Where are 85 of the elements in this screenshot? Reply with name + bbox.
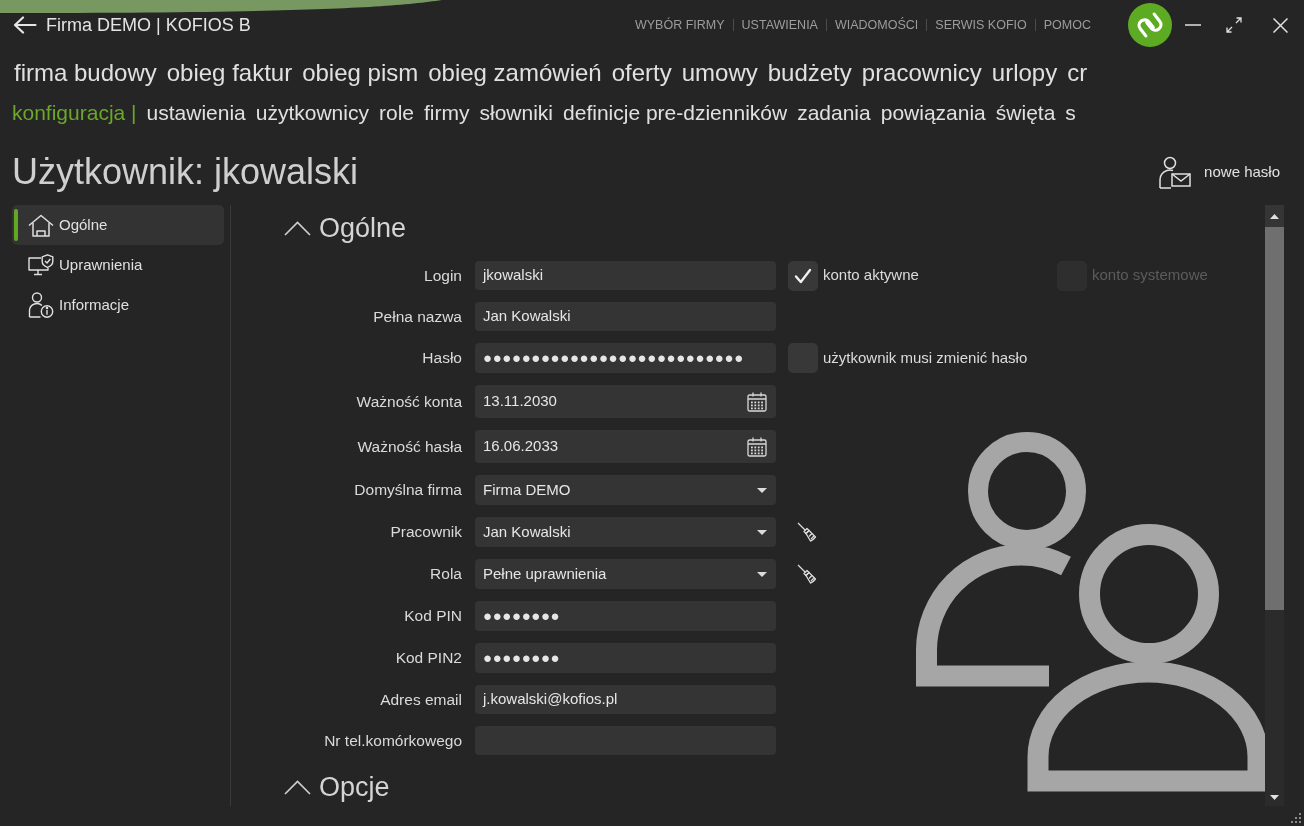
logo-icon[interactable]: [1128, 3, 1172, 47]
checkbox-label: użytkownik musi zmienić hasło: [823, 347, 1028, 368]
menu-item[interactable]: pracownicy: [861, 55, 982, 91]
maximize-icon: [1226, 17, 1242, 33]
back-arrow-icon: [13, 16, 37, 34]
field-label: Adres email: [380, 689, 462, 710]
menu-item[interactable]: cr: [1067, 55, 1088, 91]
minimize-icon: [1185, 24, 1201, 26]
monitor-shield-icon: [28, 254, 54, 276]
broom-icon: [797, 522, 817, 542]
user-envelope-icon: [1158, 155, 1192, 189]
menu-item[interactable]: budżety: [767, 55, 852, 91]
menu-item[interactable]: umowy: [681, 55, 758, 91]
submenu-item[interactable]: ustawienia: [146, 97, 246, 129]
password-field[interactable]: ●●●●●●●●: [475, 643, 776, 673]
checkbox[interactable]: [788, 260, 818, 291]
submenu-item[interactable]: święta: [995, 97, 1056, 129]
dropdown[interactable]: Jan Kowalski: [475, 517, 776, 547]
chevron-up-icon[interactable]: [284, 779, 311, 795]
sidebar-item[interactable]: Informacje: [12, 285, 224, 325]
menu-item[interactable]: firma budowy: [14, 55, 157, 91]
top-link[interactable]: USTAWIENIA: [741, 15, 818, 35]
field-label: Ważność hasła: [357, 436, 462, 457]
password-field[interactable]: ●●●●●●●●: [475, 601, 776, 631]
section-title[interactable]: Ogólne: [319, 214, 407, 242]
top-link[interactable]: WIADOMOŚCI: [834, 15, 919, 35]
submenu-item[interactable]: zadania: [797, 97, 871, 129]
dropdown-arrow-icon: [757, 529, 767, 535]
dropdown[interactable]: Firma DEMO: [475, 475, 776, 505]
submenu-item[interactable]: s: [1065, 97, 1076, 129]
date-field[interactable]: 16.06.2033: [475, 430, 776, 463]
checkmark-icon: [794, 267, 812, 284]
broom-icon: [797, 564, 817, 584]
calendar-icon[interactable]: [747, 391, 767, 412]
page-title: Użytkownik: jkowalski: [12, 154, 359, 190]
field-label: Kod PIN: [404, 606, 462, 627]
field-label: Rola: [430, 564, 462, 585]
scrollbar-thumb[interactable]: [1265, 227, 1284, 610]
text-field[interactable]: j.kowalski@kofios.pl: [475, 685, 776, 714]
menu-item[interactable]: obieg pism: [302, 55, 419, 91]
submenu-item[interactable]: słowniki: [479, 97, 554, 129]
close-icon: [1272, 17, 1288, 33]
calendar-icon[interactable]: [747, 436, 767, 457]
menu-item[interactable]: obieg faktur: [166, 55, 293, 91]
field-label: Ważność konta: [356, 391, 462, 412]
sidebar-item[interactable]: Uprawnienia: [12, 245, 224, 285]
dropdown-arrow-icon: [757, 571, 767, 577]
field-label: Login: [424, 265, 462, 286]
resize-grip-icon[interactable]: [1291, 813, 1301, 823]
date-field[interactable]: 13.11.2030: [475, 385, 776, 418]
menu-item[interactable]: obieg zamówień: [428, 55, 602, 91]
new-password-button[interactable]: nowe hasło: [1158, 155, 1280, 189]
scrollbar[interactable]: [1265, 205, 1284, 806]
field-label: Kod PIN2: [395, 648, 462, 669]
chevron-up-icon[interactable]: [284, 220, 311, 236]
field-label: Domyślna firma: [354, 480, 462, 501]
sidebar-item[interactable]: Ogólne: [12, 205, 224, 245]
top-link[interactable]: POMOC: [1043, 15, 1091, 35]
section-link[interactable]: konfiguracja |: [12, 97, 137, 129]
submenu-item[interactable]: powiązania: [880, 97, 986, 129]
submenu-item[interactable]: definicje pre-dzienników: [563, 97, 788, 129]
top-link[interactable]: SERWIS KOFIO: [935, 15, 1027, 35]
field-label: Pracownik: [390, 522, 462, 543]
menu-item[interactable]: urlopy: [991, 55, 1058, 91]
field-label: Pełna nazwa: [373, 306, 462, 327]
scroll-down-arrow-icon: [1270, 794, 1279, 800]
dropdown-arrow-icon: [757, 487, 767, 493]
menu-item[interactable]: oferty: [611, 55, 672, 91]
dropdown[interactable]: Pełne uprawnienia: [475, 559, 776, 589]
section-title[interactable]: Opcje: [319, 773, 390, 801]
checkbox-label: konto aktywne: [823, 265, 919, 286]
scroll-up-button[interactable]: [1265, 205, 1284, 227]
top-link[interactable]: WYBÓR FIRMY: [634, 15, 725, 35]
window-title: Firma DEMO | KOFIOS B: [46, 13, 251, 37]
submenu-item[interactable]: użytkownicy: [255, 97, 369, 129]
text-field[interactable]: jkowalski: [475, 261, 776, 290]
scroll-up-arrow-icon: [1270, 213, 1279, 219]
field-label: Nr tel.komórkowego: [324, 730, 462, 751]
home-icon: [28, 213, 54, 237]
password-field[interactable]: ●●●●●●●●●●●●●●●●●●●●●●●●●●●: [475, 343, 776, 373]
submenu-item[interactable]: firmy: [424, 97, 470, 129]
submenu-item[interactable]: role: [378, 97, 414, 129]
person-info-icon: [28, 292, 54, 318]
field-label: Hasło: [422, 348, 462, 369]
text-field[interactable]: Jan Kowalski: [475, 302, 776, 331]
